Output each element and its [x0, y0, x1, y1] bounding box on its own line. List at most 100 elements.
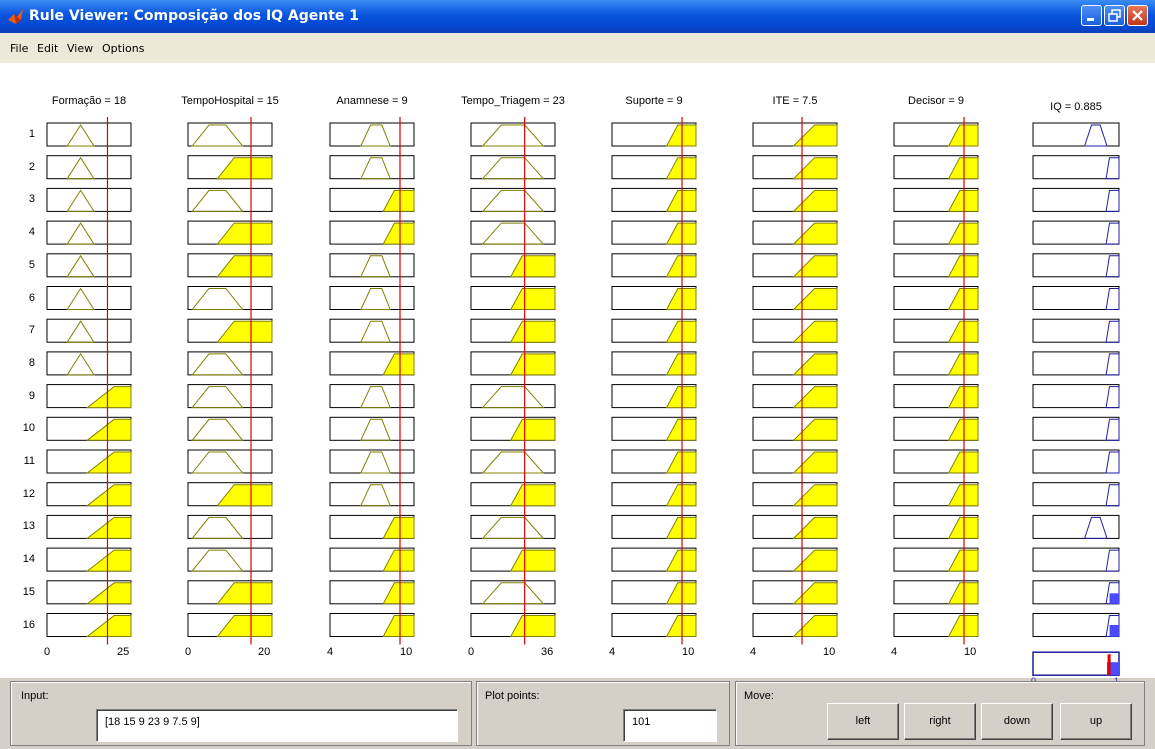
output-mf-box: [1032, 351, 1120, 376]
mf-plot-box: [187, 514, 273, 539]
close-icon: [1132, 10, 1143, 21]
mf-plot-box: [187, 351, 273, 376]
mf-plot-box: [329, 384, 415, 409]
mf-plot-box: [470, 514, 556, 539]
rule-number: 4: [28, 226, 35, 239]
mf-plot-box: [470, 384, 556, 409]
mf-plot-box: [329, 286, 415, 310]
mf-plot-box: [329, 122, 415, 147]
window-title: Rule Viewer: Composição dos IQ Agente 1: [29, 8, 360, 24]
variable-label: Decisor = 9: [908, 95, 964, 107]
rule-number: 7: [28, 324, 35, 337]
variable-label: Anamnese = 9: [336, 95, 408, 107]
mf-plot-box: [470, 155, 556, 180]
mf-plot-box: [187, 286, 273, 310]
mf-plot-box: [329, 416, 415, 441]
output-mf-box: [1032, 220, 1120, 245]
rule-number: 15: [22, 585, 35, 598]
axis-max-label: 10: [823, 646, 836, 658]
close-button[interactable]: [1127, 5, 1148, 26]
output-mf-box: [1032, 547, 1120, 572]
mf-plot-box: [187, 449, 273, 474]
input-panel: Input: [18 15 9 23 9 7.5 9]: [10, 681, 472, 746]
rule-number: 8: [28, 356, 35, 369]
mf-plot-box: [470, 220, 556, 245]
variable-label: TempoHospital = 15: [181, 95, 279, 107]
mf-plot-box: [46, 318, 132, 343]
axis-min-label: 0: [44, 646, 51, 658]
mf-plot-box: [329, 155, 415, 180]
menu-edit[interactable]: Edit: [37, 42, 58, 55]
axis-min-label: 4: [609, 646, 616, 658]
mf-plot-box: [187, 547, 273, 572]
axis-max-label: 10: [682, 646, 695, 658]
plot-points-label: Plot points:: [485, 690, 540, 702]
variable-label: Tempo_Triagem = 23: [461, 95, 565, 107]
output-mf-box: [1032, 613, 1120, 637]
rule-number: 16: [22, 618, 35, 631]
rule-number: 3: [28, 193, 35, 206]
mf-plot-box: [46, 253, 132, 278]
axis-min-label: 4: [891, 646, 898, 658]
rule-plot-canvas[interactable]: [0, 63, 1155, 678]
rule-number: 12: [22, 487, 35, 500]
output-activation: [1109, 593, 1119, 604]
rule-number: 14: [22, 553, 35, 566]
menu-options[interactable]: Options: [102, 42, 144, 55]
axis-max-label: 20: [258, 646, 271, 658]
output-mf-box: [1032, 253, 1120, 278]
output-mf-box: [1032, 384, 1120, 409]
axis-max-label: 36: [541, 646, 554, 658]
move-up-button[interactable]: up: [1060, 703, 1132, 740]
rule-number: 1: [28, 128, 35, 140]
mf-plot-box: [187, 187, 273, 212]
mf-plot-box: [329, 253, 415, 278]
axis-max-label: 10: [964, 646, 977, 658]
mf-plot-box: [46, 155, 132, 180]
mf-plot-box: [187, 122, 273, 147]
title-bar: Rule Viewer: Composição dos IQ Agente 1: [0, 0, 1155, 33]
axis-min-label: 4: [750, 646, 757, 658]
output-mf-box: [1032, 155, 1120, 180]
variable-label: Suporte = 9: [625, 95, 683, 107]
mf-plot-box: [329, 318, 415, 343]
aggregate-output-box: [1032, 651, 1120, 676]
mf-plot-box: [187, 416, 273, 441]
minimize-button[interactable]: [1081, 5, 1102, 26]
variable-label: Formação = 18: [51, 95, 127, 107]
rule-number: 6: [28, 291, 35, 304]
restore-button[interactable]: [1104, 5, 1125, 26]
output-mf-box: [1032, 318, 1120, 343]
output-mf-box: [1032, 286, 1120, 310]
input-label: Input:: [21, 690, 49, 702]
output-mf-box: [1032, 482, 1120, 507]
input-vector-field[interactable]: [18 15 9 23 9 7.5 9]: [96, 709, 458, 742]
move-down-button[interactable]: down: [981, 703, 1053, 740]
plot-points-field[interactable]: 101: [623, 709, 717, 742]
plot-points-panel: Plot points: 101: [476, 681, 730, 746]
axis-min-label: 0: [468, 646, 475, 658]
mf-plot-box: [46, 351, 132, 376]
rule-number: 13: [22, 520, 35, 533]
matlab-icon: [8, 9, 23, 24]
output-mf-box: [1032, 580, 1120, 605]
move-left-button[interactable]: left: [827, 703, 899, 740]
menu-file[interactable]: File: [10, 42, 28, 55]
minimize-icon: [1087, 18, 1094, 21]
mf-plot-box: [470, 580, 556, 605]
mf-plot-box: [470, 187, 556, 212]
mf-plot-box: [46, 187, 132, 212]
menu-view[interactable]: View: [67, 42, 93, 55]
mf-plot-box: [187, 384, 273, 409]
move-label: Move:: [744, 690, 774, 702]
mf-plot-box: [470, 122, 556, 147]
rule-number: 2: [28, 160, 35, 173]
move-right-button[interactable]: right: [904, 703, 976, 740]
move-panel: Move: left right down up: [735, 681, 1145, 746]
restore-icon: [1108, 9, 1121, 22]
rule-number: 10: [22, 422, 35, 435]
output-activation: [1109, 624, 1119, 637]
mf-plot-box: [329, 449, 415, 474]
rule-number: 9: [28, 389, 35, 402]
mf-plot-box: [470, 449, 556, 474]
